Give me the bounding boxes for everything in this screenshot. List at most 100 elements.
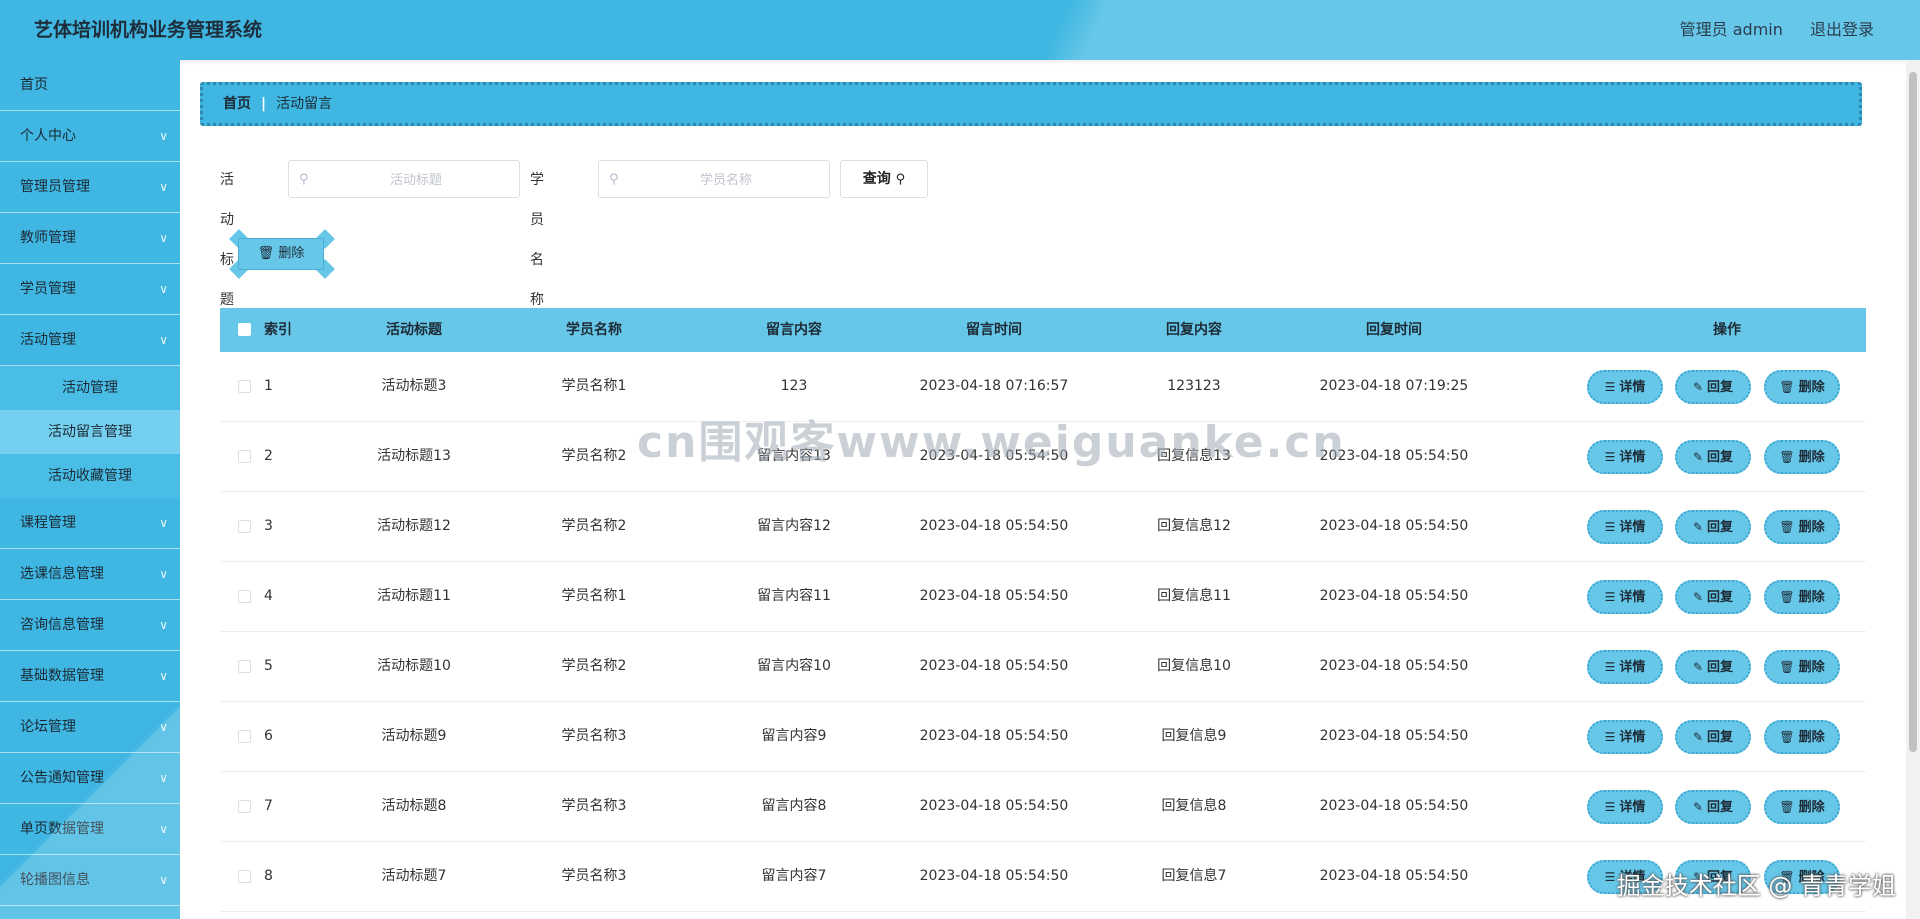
- row-actions: ☰ 详情 ✎ 回复 🗑 删除: [1587, 702, 1867, 771]
- table-cell: 2023-04-18 05:54:50: [1319, 658, 1469, 674]
- reply-button[interactable]: ✎ 回复: [1675, 370, 1751, 404]
- activity-title-input[interactable]: [319, 163, 513, 197]
- chevron-down-icon: ∨: [159, 720, 168, 734]
- breadcrumb-current: 活动留言: [276, 96, 333, 112]
- message-table: 索引 活动标题 学员名称 留言内容 留言时间 回复内容 回复时间 操作 1 活动标题3 学员名称1…: [220, 308, 1866, 912]
- trash-icon: 🗑: [1779, 800, 1795, 814]
- sidebar-item-label: 教师管理: [20, 230, 76, 246]
- reply-button-label: 回复: [1707, 520, 1734, 535]
- sidebar-item[interactable]: 公告通知管理 ∨: [0, 753, 180, 804]
- table-row: 6 活动标题9 学员名称3 留言内容9 2023-04-18 05:54:50 回复信息9…: [220, 702, 1866, 772]
- detail-button[interactable]: ☰ 详情: [1587, 580, 1663, 614]
- detail-button-label: 详情: [1619, 590, 1646, 605]
- reply-button[interactable]: ✎ 回复: [1675, 440, 1751, 474]
- sidebar-item[interactable]: 首页: [0, 60, 180, 111]
- delete-button[interactable]: 🗑 删除: [1764, 580, 1840, 614]
- detail-button-label: 详情: [1619, 660, 1646, 675]
- delete-button[interactable]: 🗑 删除: [1764, 440, 1840, 474]
- query-button[interactable]: 查询 ⚲: [840, 160, 928, 198]
- trash-icon: 🗑: [1779, 590, 1795, 604]
- delete-button-label: 删除: [1798, 870, 1825, 885]
- sidebar-item[interactable]: 个人中心 ∨: [0, 111, 180, 162]
- table-cell: 5: [264, 658, 273, 674]
- document-icon: ☰: [1604, 380, 1616, 394]
- reply-button[interactable]: ✎ 回复: [1675, 580, 1751, 614]
- sidebar-item[interactable]: 选课信息管理 ∨: [0, 549, 180, 600]
- bulk-delete-button[interactable]: 🗑 删除: [238, 238, 324, 270]
- sidebar-item[interactable]: 咨询信息管理 ∨: [0, 600, 180, 651]
- table-cell: 2023-04-18 05:54:50: [1319, 588, 1469, 604]
- delete-button[interactable]: 🗑 删除: [1764, 650, 1840, 684]
- reply-button[interactable]: ✎ 回复: [1675, 860, 1751, 894]
- document-icon: ☰: [1604, 520, 1616, 534]
- delete-button[interactable]: 🗑 删除: [1764, 720, 1840, 754]
- table-cell: 学员名称3: [561, 798, 627, 814]
- sidebar-item[interactable]: 活动管理 ∨: [0, 315, 180, 366]
- logout-link[interactable]: 退出登录: [1810, 20, 1874, 39]
- row-checkbox[interactable]: [238, 660, 251, 673]
- row-checkbox[interactable]: [238, 870, 251, 883]
- sidebar-subitem[interactable]: 活动管理: [0, 366, 180, 410]
- table-cell: 123: [780, 378, 808, 394]
- row-checkbox[interactable]: [238, 520, 251, 533]
- scrollbar-thumb[interactable]: [1909, 72, 1917, 752]
- trash-icon: 🗑: [1779, 660, 1795, 674]
- sidebar-item[interactable]: 课程管理 ∨: [0, 498, 180, 549]
- select-all-checkbox[interactable]: [238, 323, 251, 336]
- sidebar-item[interactable]: 单页数据管理 ∨: [0, 804, 180, 855]
- edit-icon: ✎: [1692, 450, 1704, 464]
- delete-button[interactable]: 🗑 删除: [1764, 860, 1840, 894]
- detail-button[interactable]: ☰ 详情: [1587, 720, 1663, 754]
- delete-button[interactable]: 🗑 删除: [1764, 370, 1840, 404]
- detail-button[interactable]: ☰ 详情: [1587, 860, 1663, 894]
- table-cell: 活动标题11: [377, 588, 451, 604]
- detail-button[interactable]: ☰ 详情: [1587, 650, 1663, 684]
- table-cell: 回复信息11: [1157, 588, 1231, 604]
- detail-button[interactable]: ☰ 详情: [1587, 510, 1663, 544]
- column-header: 留言时间: [966, 322, 1022, 338]
- table-cell: 学员名称3: [561, 728, 627, 744]
- delete-button[interactable]: 🗑 删除: [1764, 510, 1840, 544]
- sidebar-subitem[interactable]: 活动留言管理: [0, 410, 180, 454]
- reply-button[interactable]: ✎ 回复: [1675, 720, 1751, 754]
- detail-button[interactable]: ☰ 详情: [1587, 440, 1663, 474]
- sidebar-item[interactable]: 学员管理 ∨: [0, 264, 180, 315]
- delete-button-label: 删除: [1798, 380, 1825, 395]
- table-row: 3 活动标题12 学员名称2 留言内容12 2023-04-18 05:54:50 回复信…: [220, 492, 1866, 562]
- chevron-down-icon: ∨: [159, 873, 168, 887]
- breadcrumb-home[interactable]: 首页: [223, 96, 251, 112]
- sidebar-item[interactable]: 论坛管理 ∨: [0, 702, 180, 753]
- sidebar-item[interactable]: 管理员管理 ∨: [0, 162, 180, 213]
- sidebar-item-label: 管理员管理: [20, 179, 90, 195]
- user-area: 管理员 admin 退出登录: [1658, 0, 1874, 60]
- row-checkbox[interactable]: [238, 730, 251, 743]
- table-cell: 活动标题13: [377, 448, 451, 464]
- delete-button[interactable]: 🗑 删除: [1764, 790, 1840, 824]
- row-checkbox[interactable]: [238, 380, 251, 393]
- table-cell: 2023-04-18 05:54:50: [919, 518, 1069, 534]
- trash-icon: 🗑: [257, 246, 275, 261]
- top-header: 艺体培训机构业务管理系统 管理员 admin 退出登录: [0, 0, 1920, 60]
- row-actions: ☰ 详情 ✎ 回复 🗑 删除: [1587, 632, 1867, 701]
- detail-button[interactable]: ☰ 详情: [1587, 370, 1663, 404]
- chevron-down-icon: ∨: [159, 822, 168, 836]
- table-cell: 留言内容13: [757, 448, 831, 464]
- detail-button-label: 详情: [1619, 730, 1646, 745]
- row-checkbox[interactable]: [238, 800, 251, 813]
- table-cell: 2023-04-18 05:54:50: [919, 658, 1069, 674]
- sidebar-item[interactable]: 轮播图信息 ∨: [0, 855, 180, 906]
- row-checkbox[interactable]: [238, 450, 251, 463]
- reply-button[interactable]: ✎ 回复: [1675, 650, 1751, 684]
- table-cell: 留言内容7: [761, 868, 827, 884]
- column-header: 索引: [264, 322, 292, 338]
- reply-button[interactable]: ✎ 回复: [1675, 790, 1751, 824]
- table-cell: 活动标题10: [377, 658, 451, 674]
- student-name-input[interactable]: [629, 163, 823, 197]
- row-checkbox[interactable]: [238, 590, 251, 603]
- table-row: 2 活动标题13 学员名称2 留言内容13 2023-04-18 05:54:50 回复信…: [220, 422, 1866, 492]
- reply-button[interactable]: ✎ 回复: [1675, 510, 1751, 544]
- sidebar-subitem[interactable]: 活动收藏管理: [0, 454, 180, 498]
- sidebar-item[interactable]: 基础数据管理 ∨: [0, 651, 180, 702]
- detail-button[interactable]: ☰ 详情: [1587, 790, 1663, 824]
- sidebar-item[interactable]: 教师管理 ∨: [0, 213, 180, 264]
